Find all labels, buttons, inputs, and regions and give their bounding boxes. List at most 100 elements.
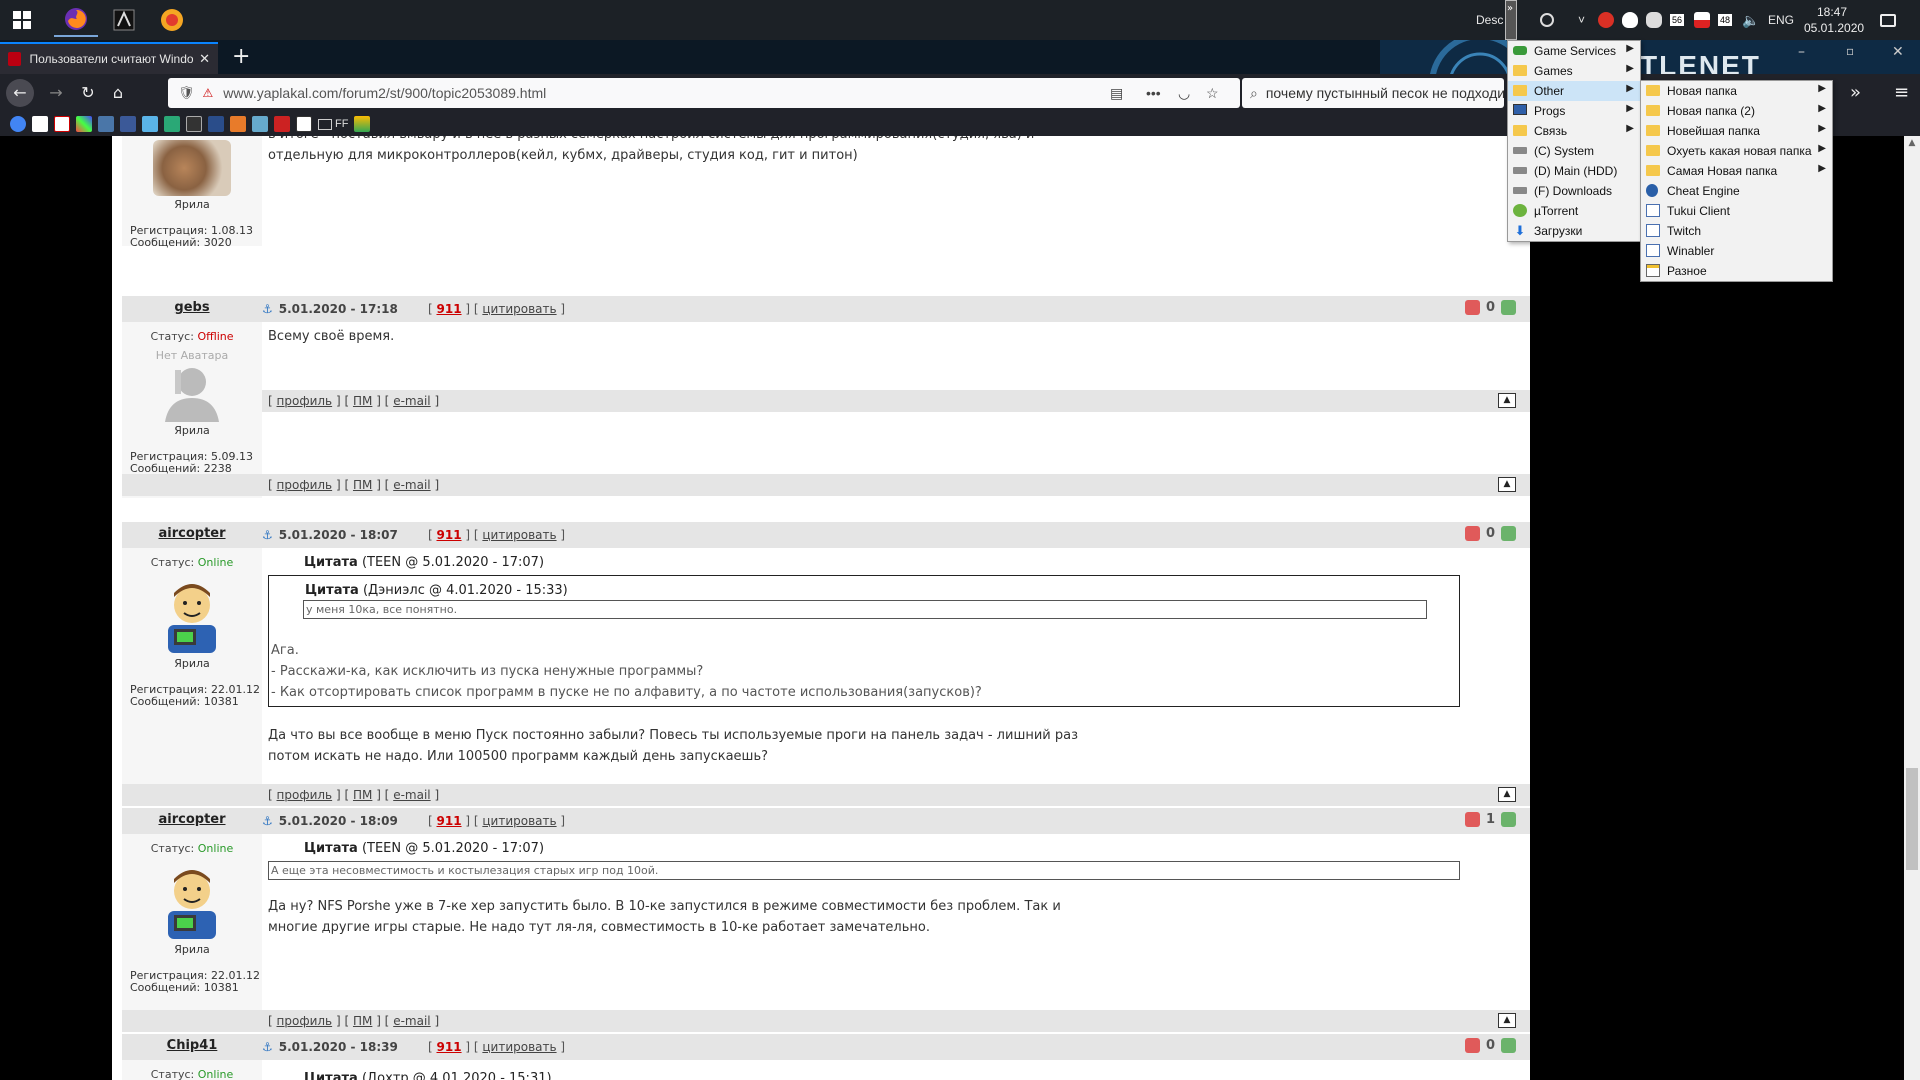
page-actions-icon[interactable]: ••• bbox=[1146, 85, 1161, 101]
people-icon[interactable] bbox=[1540, 0, 1554, 40]
menu-item[interactable]: Games ▶ bbox=[1508, 61, 1640, 81]
close-window-button[interactable]: ✕ bbox=[1892, 44, 1904, 60]
rate-911-link[interactable]: 911 bbox=[437, 814, 462, 828]
orange-bookmark-icon[interactable] bbox=[230, 116, 246, 132]
toolbar-expand-button[interactable]: » bbox=[1505, 0, 1517, 40]
profile-link[interactable]: профиль bbox=[277, 788, 333, 802]
upvote-icon[interactable] bbox=[1501, 1038, 1516, 1053]
menu-item[interactable]: µTorrent bbox=[1508, 201, 1640, 221]
firefox-taskbar-icon[interactable] bbox=[54, 3, 98, 37]
menu-item[interactable]: Twitch bbox=[1641, 221, 1832, 241]
blue-bookmark-icon[interactable] bbox=[208, 116, 224, 132]
post-username[interactable]: aircopter bbox=[122, 812, 262, 827]
language-indicator[interactable]: ENG bbox=[1768, 0, 1794, 40]
default-avatar-icon[interactable] bbox=[157, 362, 227, 422]
menu-item[interactable]: (D) Main (HDD) bbox=[1508, 161, 1640, 181]
vk-bookmark-icon[interactable] bbox=[98, 116, 114, 132]
back-button[interactable]: ← bbox=[6, 79, 34, 107]
search-box[interactable]: ⌕ почему пустынный песок не подходит bbox=[1242, 78, 1504, 108]
menu-item[interactable]: Самая Новая папка ▶ bbox=[1641, 161, 1832, 181]
menu-item[interactable]: Other ▶ bbox=[1508, 81, 1640, 101]
menu-item[interactable]: ⬇ Загрузки bbox=[1508, 221, 1640, 241]
profile-link[interactable]: профиль bbox=[277, 1014, 333, 1028]
downvote-icon[interactable] bbox=[1464, 812, 1480, 827]
menu-item[interactable]: Новейшая папка ▶ bbox=[1641, 121, 1832, 141]
cpu-temp-icon[interactable]: 48 bbox=[1718, 0, 1733, 40]
menu-item[interactable]: Новая папка (2) ▶ bbox=[1641, 101, 1832, 121]
reader-view-icon[interactable]: ▤ bbox=[1110, 85, 1123, 102]
pocket-icon[interactable]: ◡ bbox=[1178, 85, 1190, 102]
desc-toolbar-label[interactable]: Desc bbox=[1476, 0, 1503, 40]
quote-link[interactable]: цитировать bbox=[482, 302, 556, 316]
browser-taskbar-icon[interactable] bbox=[150, 3, 194, 37]
colorful-bookmark-icon[interactable] bbox=[76, 116, 92, 132]
menu-item[interactable]: Winabler bbox=[1641, 241, 1832, 261]
bookmark-folder-ff[interactable]: FF bbox=[318, 118, 348, 130]
page-scrollbar[interactable] bbox=[1904, 136, 1920, 1080]
email-link[interactable]: e-mail bbox=[393, 788, 430, 802]
menu-item[interactable]: Game Services ▶ bbox=[1508, 41, 1640, 61]
menu-item[interactable]: Связь ▶ bbox=[1508, 121, 1640, 141]
downvote-icon[interactable] bbox=[1464, 526, 1480, 541]
new-tab-button[interactable]: + bbox=[232, 44, 250, 69]
shield-tray-icon[interactable] bbox=[1622, 0, 1638, 40]
hamburger-menu-icon[interactable]: ≡ bbox=[1894, 82, 1909, 103]
rate-911-link[interactable]: 911 bbox=[437, 1040, 462, 1054]
anchor-icon[interactable]: ⚓ bbox=[262, 1040, 273, 1054]
quote-link[interactable]: цитировать bbox=[482, 814, 556, 828]
rate-911-link[interactable]: 911 bbox=[437, 302, 462, 316]
b-bookmark-icon[interactable] bbox=[296, 116, 312, 132]
upvote-icon[interactable] bbox=[1501, 300, 1516, 315]
quote-link[interactable]: цитировать bbox=[482, 528, 556, 542]
email-link[interactable]: e-mail bbox=[393, 478, 430, 492]
menu-item[interactable]: Охуеть какая новая папка ▶ bbox=[1641, 141, 1832, 161]
menu-item[interactable]: Разное bbox=[1641, 261, 1832, 281]
email-link[interactable]: e-mail bbox=[393, 1014, 430, 1028]
post-username[interactable]: gebs bbox=[122, 300, 262, 315]
windows-start-icon[interactable] bbox=[0, 3, 44, 37]
volume-icon[interactable]: 🔈 bbox=[1742, 0, 1759, 40]
post-username[interactable]: Chip41 bbox=[122, 1038, 262, 1053]
red-tray-icon[interactable] bbox=[1598, 0, 1614, 40]
gpu-temp-icon[interactable]: 56 bbox=[1670, 0, 1685, 40]
green-bookmark-icon[interactable] bbox=[164, 116, 180, 132]
drive-bookmark-icon[interactable] bbox=[354, 116, 371, 132]
pm-link[interactable]: ПМ bbox=[353, 1014, 372, 1028]
anchor-icon[interactable]: ⚓ bbox=[262, 302, 273, 316]
scroll-top-button[interactable]: ▲ bbox=[1498, 1013, 1516, 1028]
pm-link[interactable]: ПМ bbox=[353, 478, 372, 492]
google-bookmark-icon[interactable] bbox=[10, 116, 26, 132]
screen-bookmark-icon[interactable] bbox=[252, 116, 268, 132]
menu-item[interactable]: Progs ▶ bbox=[1508, 101, 1640, 121]
downvote-icon[interactable] bbox=[1464, 300, 1480, 315]
user-avatar[interactable] bbox=[152, 861, 232, 941]
terminal-taskbar-icon[interactable] bbox=[102, 3, 146, 37]
scrollbar-thumb[interactable] bbox=[1906, 768, 1918, 870]
discord-icon[interactable] bbox=[1646, 0, 1662, 40]
dark-bookmark-icon[interactable] bbox=[186, 116, 202, 132]
red-bookmark-icon[interactable] bbox=[274, 116, 290, 132]
scroll-top-button[interactable]: ▲ bbox=[1498, 787, 1516, 802]
menu-item[interactable]: Cheat Engine bbox=[1641, 181, 1832, 201]
clock[interactable]: 18:47 05.01.2020 bbox=[1804, 4, 1864, 36]
downvote-icon[interactable] bbox=[1464, 1038, 1480, 1053]
anchor-icon[interactable]: ⚓ bbox=[262, 814, 273, 828]
yandex-bookmark-icon[interactable] bbox=[32, 116, 48, 132]
upvote-icon[interactable] bbox=[1501, 812, 1516, 827]
tab-active[interactable]: Пользователи считают Windo ✕ bbox=[0, 42, 218, 74]
maximize-button[interactable]: ▫ bbox=[1846, 44, 1854, 58]
overflow-menu-icon[interactable]: » bbox=[1850, 82, 1861, 103]
notifications-icon[interactable] bbox=[1880, 0, 1896, 40]
forward-button[interactable]: → bbox=[42, 79, 70, 107]
k-bookmark-icon[interactable] bbox=[54, 116, 70, 132]
scroll-up-arrow[interactable]: ▲ bbox=[1906, 138, 1918, 150]
minimize-button[interactable]: – bbox=[1798, 44, 1805, 60]
menu-item[interactable]: (C) System bbox=[1508, 141, 1640, 161]
upvote-icon[interactable] bbox=[1501, 526, 1516, 541]
scroll-top-button[interactable]: ▲ bbox=[1498, 477, 1516, 492]
quote-link[interactable]: цитировать bbox=[482, 1040, 556, 1054]
user-avatar[interactable] bbox=[152, 575, 232, 655]
tab-close-icon[interactable]: ✕ bbox=[199, 51, 210, 67]
chevron-up-icon[interactable]: ˅ bbox=[1578, 0, 1585, 40]
lock-icon[interactable]: ⚠ bbox=[203, 86, 214, 100]
